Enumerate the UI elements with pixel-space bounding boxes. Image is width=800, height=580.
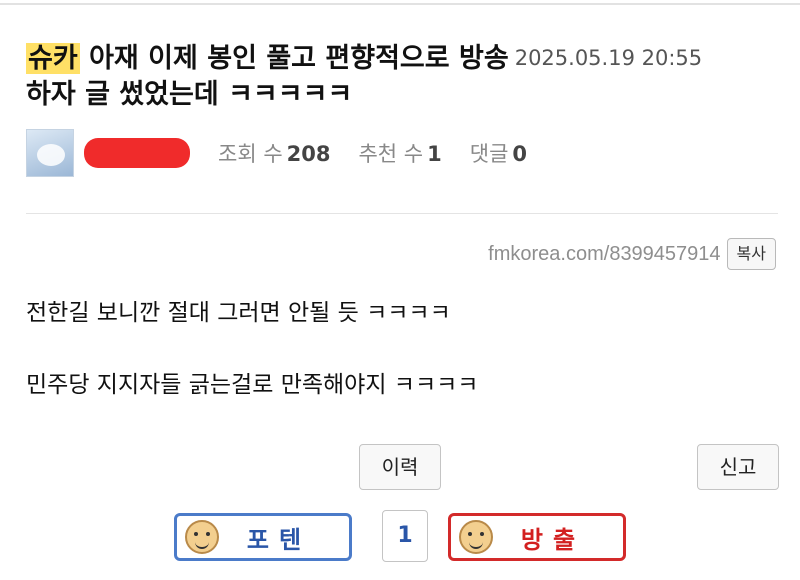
view-count-value: 208 <box>286 142 331 166</box>
post-url-row: fmkorea.com/8399457914 복사 <box>488 238 776 270</box>
comment-count-label: 댓글 <box>469 142 509 166</box>
view-count: 조회 수 208 <box>218 138 330 168</box>
downvote-label: 방출 <box>520 525 586 554</box>
downvote-button[interactable]: 방출 <box>448 513 626 561</box>
report-button[interactable]: 신고 <box>697 444 779 490</box>
thumbs-up-face-icon <box>185 520 219 554</box>
recommend-count: 추천 수1 <box>358 138 441 168</box>
comment-count: 댓글 0 <box>470 138 527 168</box>
post-body-paragraph-2: 민주당 지지자들 긁는걸로 만족해야지 ㅋㅋㅋㅋ <box>26 372 479 398</box>
title-line-1: 슈카 아재 이제 봉인 풀고 편향적으로 방송 2025.05.19 20:55 <box>26 40 786 77</box>
recommend-count-label: 추천 수 <box>358 142 424 166</box>
post-date: 2025.05.19 20:55 <box>514 46 703 70</box>
upvote-button[interactable]: 포텐 <box>174 513 352 561</box>
post-url[interactable]: fmkorea.com/8399457914 <box>488 243 720 266</box>
avatar[interactable] <box>26 129 74 177</box>
thumbs-down-face-icon <box>459 520 493 554</box>
post-meta: 조회 수 208 추천 수1 댓글 0 <box>26 128 786 178</box>
vote-count: 1 <box>382 510 428 562</box>
category-tag[interactable]: 슈카 <box>26 43 80 74</box>
author-name-redacted[interactable] <box>84 138 190 168</box>
view-count-label: 조회 수 <box>218 142 283 166</box>
upvote-label: 포텐 <box>246 525 312 554</box>
recommend-count-value: 1 <box>427 142 442 166</box>
title-text-1: 아재 이제 봉인 풀고 편향적으로 방송 <box>89 43 509 74</box>
history-button[interactable]: 이력 <box>359 444 441 490</box>
title-line-2: 하자 글 썼었는데 ㅋㅋㅋㅋㅋ <box>26 79 353 110</box>
post-title: 슈카 아재 이제 봉인 풀고 편향적으로 방송 2025.05.19 20:55 … <box>26 40 786 113</box>
copy-url-button[interactable]: 복사 <box>726 238 776 270</box>
top-divider <box>0 3 800 5</box>
header-divider <box>26 213 778 214</box>
comment-count-value: 0 <box>512 142 528 166</box>
post-body-paragraph-1: 전한길 보니깐 절대 그러면 안될 듯 ㅋㅋㅋㅋ <box>26 300 451 326</box>
